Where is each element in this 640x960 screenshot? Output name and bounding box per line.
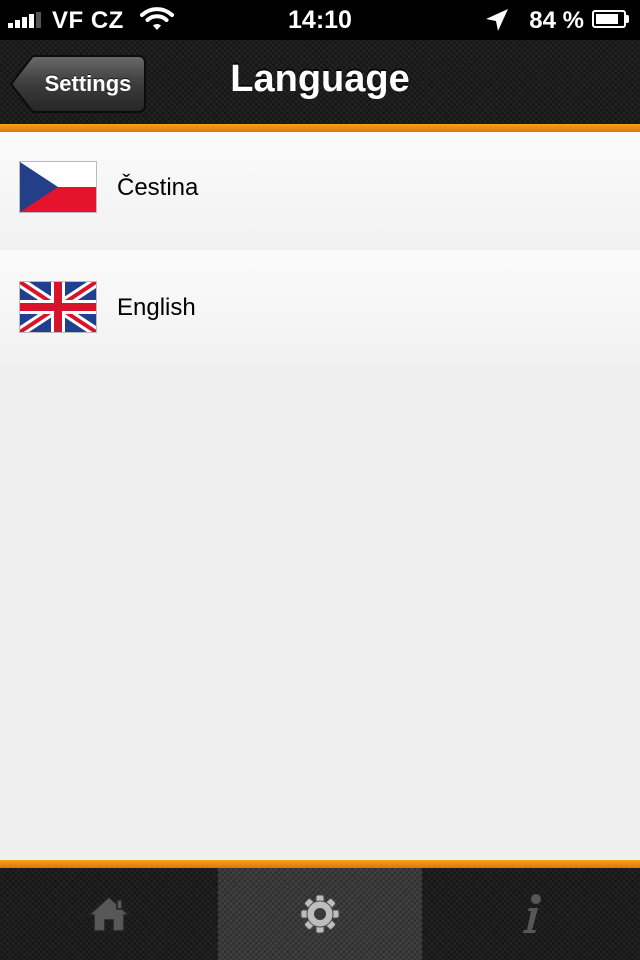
tab-settings[interactable] bbox=[218, 868, 422, 960]
language-label-english: English bbox=[117, 294, 196, 321]
back-button-label: Settings bbox=[44, 71, 132, 96]
language-row-english[interactable]: English bbox=[0, 250, 640, 368]
battery-percent: 84 % bbox=[529, 7, 584, 34]
back-button-settings[interactable]: Settings bbox=[10, 55, 146, 113]
status-bar: VF CZ 14:10 84 % bbox=[0, 0, 640, 40]
battery-nub bbox=[626, 15, 629, 23]
home-icon bbox=[87, 895, 131, 932]
czech-flag-icon bbox=[20, 162, 96, 212]
tab-home[interactable] bbox=[0, 868, 218, 960]
tab-accent-stripe bbox=[0, 860, 640, 868]
nav-accent-stripe bbox=[0, 124, 640, 132]
uk-flag-icon bbox=[17, 277, 99, 337]
page-title: Language bbox=[230, 58, 410, 100]
language-list: Čestina English bbox=[0, 132, 640, 860]
language-row-czech[interactable]: Čestina bbox=[0, 132, 640, 252]
gear-icon bbox=[300, 894, 340, 934]
tab-info[interactable] bbox=[422, 868, 640, 960]
language-label-czech: Čestina bbox=[117, 174, 199, 201]
tab-bar bbox=[0, 868, 640, 960]
location-arrow-icon bbox=[484, 8, 510, 37]
battery-icon bbox=[592, 10, 626, 28]
info-icon bbox=[523, 894, 541, 933]
